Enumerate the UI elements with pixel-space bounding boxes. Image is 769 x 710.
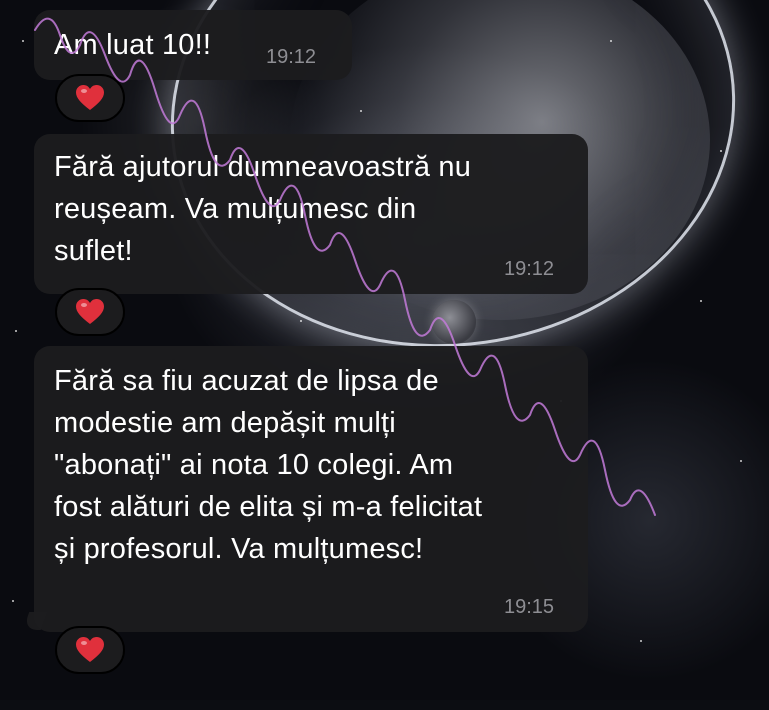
message-text: Fără sa fiu acuzat de lipsa de modestie …: [54, 365, 483, 565]
wallpaper-star: [700, 300, 702, 302]
message-bubble[interactable]: Fără sa fiu acuzat de lipsa de modestie …: [34, 346, 588, 632]
wallpaper-star: [12, 600, 14, 602]
wallpaper-star: [610, 40, 612, 42]
wallpaper-star: [22, 40, 24, 42]
message-bubble[interactable]: Am luat 10!! 19:12: [34, 10, 352, 80]
message-reaction[interactable]: [55, 626, 125, 674]
wallpaper-star: [720, 150, 722, 152]
wallpaper-star: [740, 460, 742, 462]
wallpaper-star: [360, 110, 362, 112]
message-reaction[interactable]: [55, 74, 125, 122]
wallpaper-star: [15, 330, 17, 332]
heart-icon: [76, 299, 104, 325]
wallpaper-moon: [432, 300, 476, 344]
message-text: Am luat 10!!: [54, 29, 212, 61]
message-text: Fără ajutorul dumneavoastră nu reușeam. …: [54, 151, 472, 267]
message-reaction[interactable]: [55, 288, 125, 336]
message-timestamp: 19:12: [266, 46, 317, 68]
wallpaper-star: [640, 640, 642, 642]
wallpaper-star: [300, 320, 302, 322]
heart-icon: [76, 637, 104, 663]
message-bubble[interactable]: Fără ajutorul dumneavoastră nu reușeam. …: [34, 134, 588, 294]
heart-icon: [76, 85, 104, 111]
message-timestamp: 19:12: [504, 258, 555, 280]
message-timestamp: 19:15: [504, 596, 555, 618]
